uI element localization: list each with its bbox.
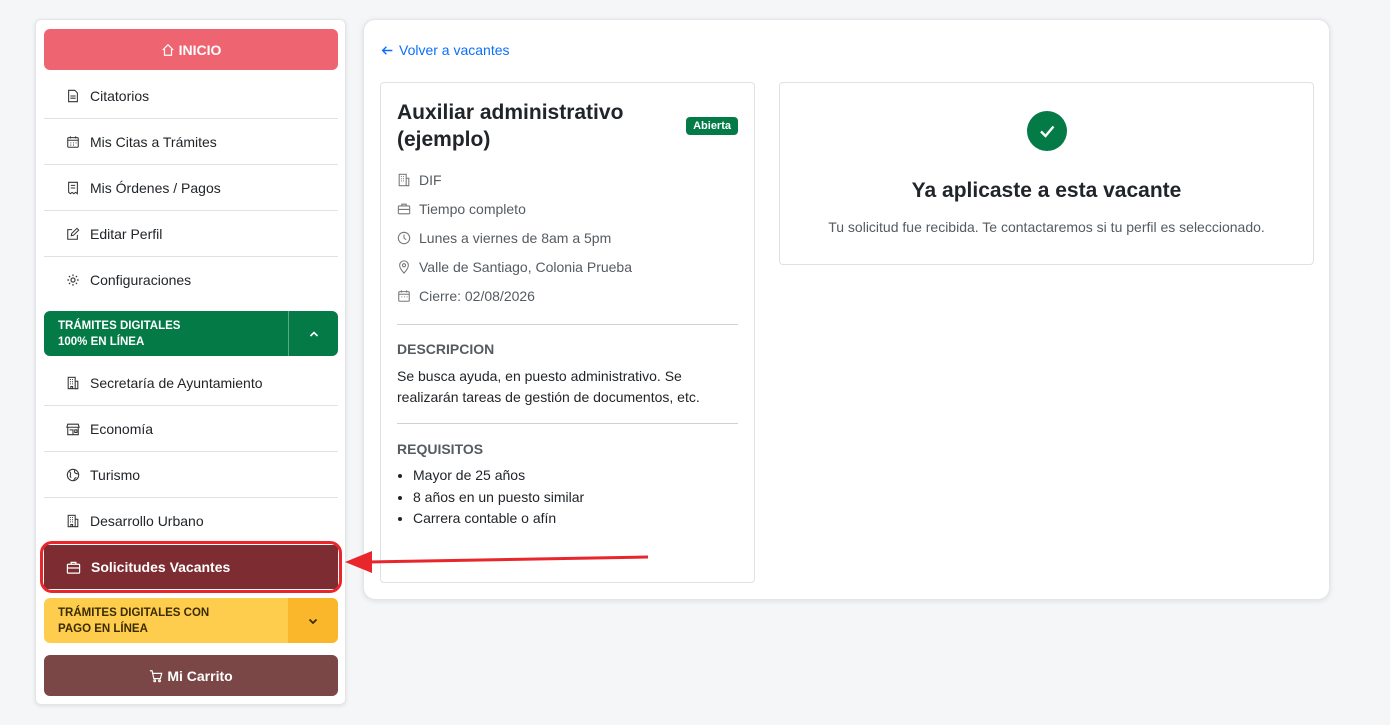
sidebar-item-citatorios[interactable]: Citatorios bbox=[44, 73, 338, 119]
carrito-button[interactable]: Mi Carrito bbox=[44, 655, 338, 696]
building-icon bbox=[397, 173, 411, 187]
home-icon bbox=[161, 43, 174, 56]
sidebar-item-label: Turismo bbox=[90, 466, 141, 483]
section-line1: TRÁMITES DIGITALES CON bbox=[58, 606, 210, 619]
back-to-vacantes-link[interactable]: Volver a vacantes bbox=[381, 42, 510, 58]
job-location: Valle de Santiago, Colonia Prueba bbox=[397, 259, 632, 275]
sidebar-item-label: Secretaría de Ayuntamiento bbox=[90, 374, 263, 391]
building-icon bbox=[66, 514, 80, 528]
job-location-value: Valle de Santiago, Colonia Prueba bbox=[419, 259, 633, 275]
job-hours: Lunes a viernes de 8am a 5pm bbox=[397, 230, 611, 246]
sidebar-item-turismo[interactable]: Turismo bbox=[44, 452, 338, 498]
sidebar-item-label: Configuraciones bbox=[90, 272, 192, 288]
list-item: Mayor de 25 años bbox=[413, 465, 584, 487]
job-department-value: DIF bbox=[419, 172, 442, 188]
annotation-highlight-ring bbox=[40, 541, 342, 593]
job-title: Auxiliar administrativo (ejemplo) bbox=[397, 101, 624, 151]
application-status-card: Ya aplicaste a esta vacante Tu solicitud… bbox=[779, 82, 1314, 265]
globe-icon bbox=[66, 468, 80, 482]
calendar-icon bbox=[397, 289, 411, 303]
location-pin-icon bbox=[397, 260, 411, 274]
sidebar-item-configuraciones[interactable]: Configuraciones bbox=[44, 257, 338, 303]
building-icon bbox=[66, 376, 80, 390]
status-title: Ya aplicaste a esta vacante bbox=[911, 179, 1182, 202]
cart-icon bbox=[150, 669, 163, 682]
sidebar-item-label: Desarrollo Urbano bbox=[90, 513, 204, 529]
main-card: Volver a vacantes Auxiliar administrativ… bbox=[363, 19, 1330, 600]
clock-icon bbox=[397, 231, 411, 245]
arrow-left-icon bbox=[381, 45, 393, 55]
inicio-label: INICIO bbox=[178, 41, 222, 58]
sidebar: INICIO Citatorios Mis Citas a Trámites M… bbox=[35, 19, 346, 705]
section-line2: 100% EN LÍNEA bbox=[58, 335, 145, 348]
section-tramites-digitales-label: TRÁMITES DIGITALES 100% EN LÍNEA bbox=[44, 311, 288, 356]
back-label: Volver a vacantes bbox=[399, 42, 510, 58]
section-toggle-button[interactable] bbox=[288, 311, 338, 356]
sidebar-item-label: Editar Perfil bbox=[90, 225, 163, 242]
sidebar-item-desarrollo-urbano[interactable]: Desarrollo Urbano bbox=[44, 498, 338, 544]
file-icon bbox=[66, 89, 80, 103]
job-department: DIF bbox=[397, 172, 442, 188]
section-line2: PAGO EN LÍNEA bbox=[58, 622, 148, 635]
list-item: Carrera contable o afín bbox=[413, 508, 584, 530]
requirements-list: Mayor de 25 años 8 años en un puesto sim… bbox=[397, 465, 584, 530]
status-badge: Abierta bbox=[686, 117, 738, 135]
carrito-label: Mi Carrito bbox=[167, 667, 233, 684]
chevron-up-icon bbox=[309, 330, 318, 337]
chevron-down-icon bbox=[308, 618, 318, 624]
briefcase-icon bbox=[397, 202, 411, 216]
gear-icon bbox=[66, 273, 80, 287]
sidebar-item-label: Mis Órdenes / Pagos bbox=[90, 179, 221, 196]
sidebar-item-label: Mis Citas a Trámites bbox=[90, 133, 217, 150]
sidebar-item-editar-perfil[interactable]: Editar Perfil bbox=[44, 211, 338, 257]
sidebar-item-secretaria[interactable]: Secretaría de Ayuntamiento bbox=[44, 360, 338, 406]
inicio-button[interactable]: INICIO bbox=[44, 29, 338, 70]
section-tramites-pago-label: TRÁMITES DIGITALES CON PAGO EN LÍNEA bbox=[44, 598, 288, 643]
section-toggle-button[interactable] bbox=[288, 598, 338, 643]
divider bbox=[397, 324, 738, 325]
list-item: 8 años en un puesto similar bbox=[413, 487, 584, 509]
status-text: Tu solicitud fue recibida. Te contactare… bbox=[828, 219, 1265, 235]
divider bbox=[397, 423, 738, 424]
sidebar-item-ordenes[interactable]: Mis Órdenes / Pagos bbox=[44, 165, 338, 211]
sidebar-item-label: Economía bbox=[90, 420, 154, 437]
sidebar-item-economia[interactable]: Economía bbox=[44, 406, 338, 452]
job-schedule-type: Tiempo completo bbox=[397, 201, 526, 217]
sidebar-item-citas[interactable]: Mis Citas a Trámites bbox=[44, 119, 338, 165]
job-hours-value: Lunes a viernes de 8am a 5pm bbox=[419, 230, 612, 246]
edit-icon bbox=[66, 227, 80, 241]
section-line1: TRÁMITES DIGITALES bbox=[58, 319, 181, 332]
calendar-icon bbox=[66, 135, 80, 149]
job-card: Auxiliar administrativo (ejemplo) Abiert… bbox=[380, 82, 755, 583]
job-closing-value: Cierre: 02/08/2026 bbox=[419, 288, 535, 304]
requirements-heading: REQUISITOS bbox=[397, 441, 484, 457]
job-closing: Cierre: 02/08/2026 bbox=[397, 288, 535, 304]
section-tramites-digitales[interactable]: TRÁMITES DIGITALES 100% EN LÍNEA bbox=[44, 311, 338, 356]
shop-icon bbox=[66, 422, 80, 436]
sidebar-item-label: Citatorios bbox=[90, 87, 150, 104]
job-schedule-type-value: Tiempo completo bbox=[419, 201, 526, 217]
section-tramites-pago[interactable]: TRÁMITES DIGITALES CON PAGO EN LÍNEA bbox=[44, 598, 338, 643]
job-description: Se busca ayuda, en puesto administrativo… bbox=[397, 368, 700, 405]
check-circle-icon bbox=[1027, 111, 1067, 151]
receipt-icon bbox=[66, 181, 80, 195]
description-heading: DESCRIPCION bbox=[397, 341, 495, 357]
